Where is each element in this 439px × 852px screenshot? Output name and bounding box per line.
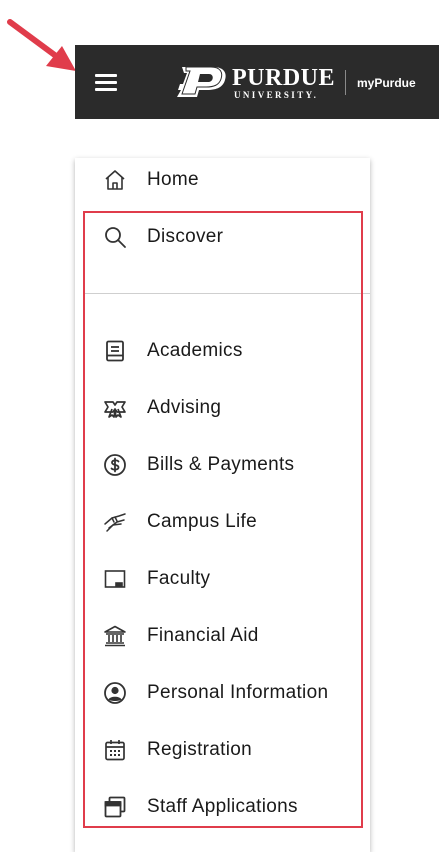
purdue-p-logo: [177, 66, 226, 97]
user-circle-icon: [103, 681, 127, 705]
chalkboard-icon: [103, 567, 127, 591]
ribbon-icon: [103, 396, 127, 420]
handshake-icon: [103, 510, 127, 534]
menu-item-label: Registration: [147, 739, 252, 760]
menu-item-advising[interactable]: Advising: [75, 386, 370, 430]
brand-subtitle: UNIVERSITY.: [234, 90, 319, 100]
windows-icon: [103, 795, 127, 819]
menu-item-label: Campus Life: [147, 511, 257, 532]
menu-item-label: Staff Applications: [147, 796, 298, 817]
menu-item-personal-information[interactable]: Personal Information: [75, 671, 370, 715]
menu-item-academics[interactable]: Academics: [75, 329, 370, 373]
header-divider: [345, 70, 346, 95]
menu-item-home[interactable]: Home: [75, 158, 370, 202]
menu-item-label: Bills & Payments: [147, 454, 295, 475]
side-menu: Home Discover Academics Advising Bills &…: [75, 158, 370, 852]
menu-item-label: Home: [147, 169, 199, 190]
menu-item-faculty[interactable]: Faculty: [75, 557, 370, 601]
menu-item-label: Financial Aid: [147, 625, 259, 646]
dollar-circle-icon: [103, 453, 127, 477]
menu-item-campus-life[interactable]: Campus Life: [75, 500, 370, 544]
menu-item-label: Personal Information: [147, 682, 329, 703]
menu-item-staff-applications[interactable]: Staff Applications: [75, 785, 370, 829]
app-name[interactable]: myPurdue: [357, 76, 416, 90]
menu-item-bills-payments[interactable]: Bills & Payments: [75, 443, 370, 487]
menu-separator: [85, 293, 370, 294]
home-icon: [103, 168, 127, 192]
menu-item-label: Faculty: [147, 568, 211, 589]
menu-item-registration[interactable]: Registration: [75, 728, 370, 772]
menu-item-financial-aid[interactable]: Financial Aid: [75, 614, 370, 658]
top-header-bar: PURDUE UNIVERSITY. myPurdue: [75, 45, 439, 119]
menu-item-discover[interactable]: Discover: [75, 215, 370, 259]
book-icon: [103, 339, 127, 363]
bank-icon: [103, 624, 127, 648]
brand-name: PURDUE: [232, 65, 335, 91]
menu-item-label: Advising: [147, 397, 222, 418]
menu-item-label: Academics: [147, 340, 243, 361]
search-icon: [103, 225, 127, 249]
menu-item-label: Discover: [147, 226, 224, 247]
hamburger-menu-icon[interactable]: [95, 72, 119, 92]
calendar-icon: [103, 738, 127, 762]
